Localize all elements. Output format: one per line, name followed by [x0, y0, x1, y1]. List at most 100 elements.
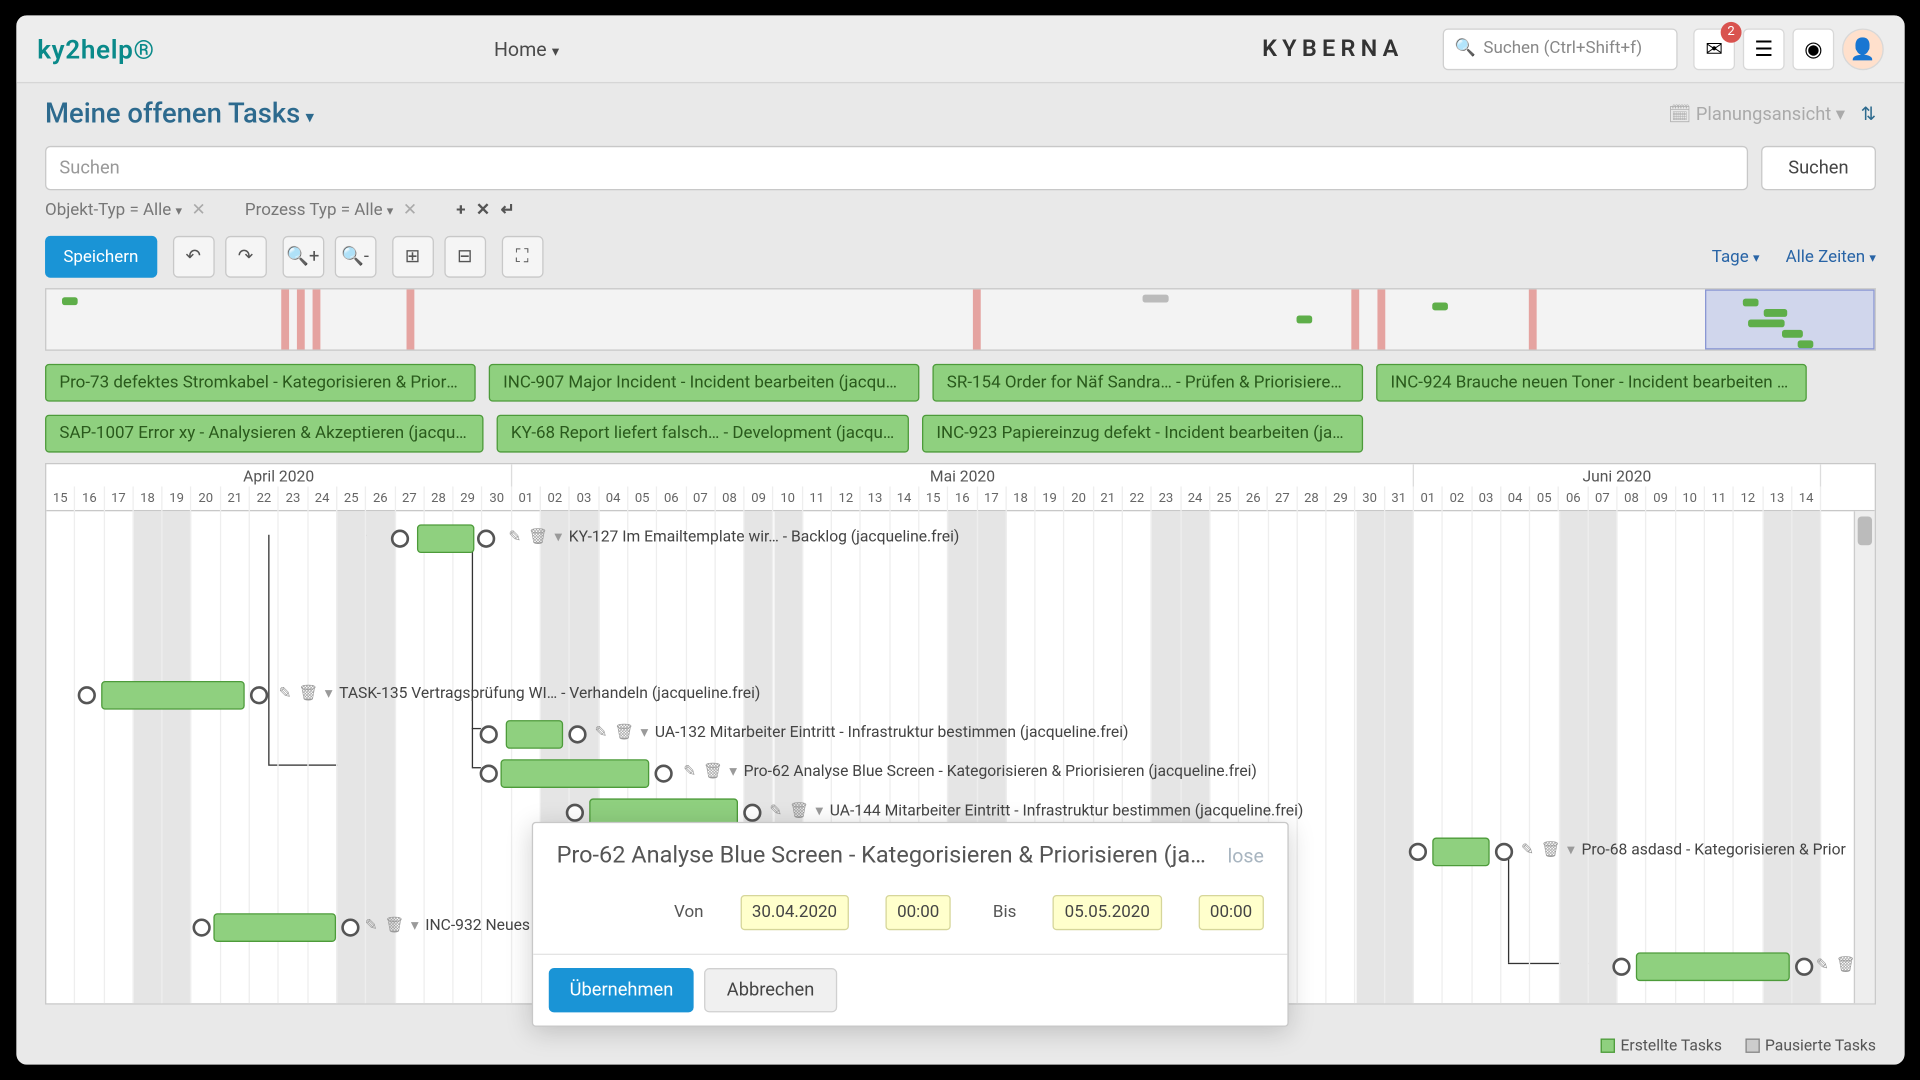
- edit-icon[interactable]: ✎: [278, 684, 291, 702]
- zoom-out-button[interactable]: 🔍-: [334, 236, 376, 278]
- day-header: 13: [1763, 486, 1792, 511]
- return-icon[interactable]: ↵: [500, 201, 514, 221]
- task-card[interactable]: INC-924 Brauche neuen Toner - Incident b…: [1376, 364, 1807, 402]
- delete-icon[interactable]: 🗑: [298, 684, 318, 702]
- timeline-minimap[interactable]: [45, 288, 1876, 351]
- bar-end-handle[interactable]: [476, 530, 494, 548]
- chevron-down-icon[interactable]: ▾: [729, 762, 737, 780]
- home-menu[interactable]: Home▾: [493, 37, 558, 60]
- chevron-down-icon[interactable]: ▾: [410, 916, 418, 934]
- edit-icon[interactable]: ✎: [769, 801, 782, 819]
- gauge-icon: ◉: [1804, 36, 1822, 61]
- filter-prozess-typ[interactable]: Prozess Typ = Alle ▾ ✕: [244, 201, 416, 221]
- cancel-button[interactable]: Abbrechen: [704, 968, 836, 1012]
- chevron-down-icon[interactable]: ▾: [815, 801, 823, 819]
- sort-button[interactable]: ⇅: [1860, 104, 1875, 125]
- modal-title: Pro-62 Analyse Blue Screen - Kategorisie…: [556, 841, 1216, 868]
- delete-icon[interactable]: 🗑: [527, 527, 547, 545]
- save-button[interactable]: Speichern: [45, 236, 157, 278]
- gantt-bar[interactable]: [1432, 838, 1489, 867]
- chevron-down-icon[interactable]: ▾: [640, 723, 648, 741]
- bar-start-handle[interactable]: [479, 725, 497, 743]
- time-range-dropdown[interactable]: Alle Zeiten ▾: [1785, 247, 1875, 267]
- day-header: 04: [1501, 486, 1530, 511]
- bar-start-handle[interactable]: [565, 804, 583, 822]
- bar-end-handle[interactable]: [1494, 843, 1512, 861]
- edit-icon[interactable]: ✎: [508, 527, 521, 545]
- gantt-bar[interactable]: [416, 524, 473, 553]
- delete-icon[interactable]: 🗑: [384, 916, 404, 934]
- bar-end-handle[interactable]: [1795, 958, 1813, 976]
- zoom-in-button[interactable]: 🔍+: [281, 236, 323, 278]
- search-button[interactable]: Suchen: [1760, 146, 1875, 190]
- planning-view-dropdown[interactable]: 🗓 Planungsansicht ▾: [1668, 104, 1845, 125]
- day-header: 14: [1792, 486, 1821, 511]
- page-title-dropdown[interactable]: Meine offenen Tasks▾: [45, 99, 314, 130]
- delete-icon[interactable]: 🗑: [788, 801, 808, 819]
- bar-start-handle[interactable]: [1612, 958, 1630, 976]
- von-label: Von: [674, 903, 703, 923]
- clear-filter-icon[interactable]: ✕: [402, 201, 416, 221]
- gantt-bar[interactable]: [1635, 952, 1789, 981]
- expand-all-button[interactable]: ⊞: [391, 236, 433, 278]
- task-card[interactable]: SR-154 Order for Näf Sandra… - Prüfen & …: [932, 364, 1363, 402]
- delete-icon[interactable]: 🗑: [614, 723, 634, 741]
- bar-start-handle[interactable]: [390, 530, 408, 548]
- delete-icon[interactable]: 🗑: [1540, 840, 1560, 858]
- edit-icon[interactable]: ✎: [683, 762, 696, 780]
- messages-button[interactable]: ✉ 2: [1693, 28, 1735, 70]
- add-filter-icon[interactable]: +: [456, 201, 465, 221]
- gantt-bar[interactable]: [101, 681, 245, 710]
- to-date-input[interactable]: 05.05.2020: [1052, 895, 1161, 930]
- bar-start-handle[interactable]: [479, 764, 497, 782]
- fullscreen-button[interactable]: ⛶: [501, 236, 543, 278]
- global-search-input[interactable]: 🔍 Suchen (Ctrl+Shift+f): [1442, 28, 1677, 70]
- redo-button[interactable]: ↷: [224, 236, 266, 278]
- bar-start-handle[interactable]: [1408, 843, 1426, 861]
- chevron-down-icon[interactable]: ▾: [554, 527, 562, 545]
- chevron-down-icon[interactable]: ▾: [324, 684, 332, 702]
- list-button[interactable]: ☰: [1742, 28, 1784, 70]
- delete-icon[interactable]: 🗑: [1835, 955, 1855, 973]
- edit-icon[interactable]: ✎: [1520, 840, 1533, 858]
- time-unit-dropdown[interactable]: Tage ▾: [1711, 247, 1759, 267]
- chevron-down-icon[interactable]: ▾: [1567, 840, 1575, 858]
- gantt-bar[interactable]: [500, 759, 649, 788]
- bar-start-handle[interactable]: [77, 686, 95, 704]
- day-header: 15: [919, 486, 948, 511]
- bar-end-handle[interactable]: [743, 804, 761, 822]
- delete-icon[interactable]: 🗑: [702, 762, 722, 780]
- undo-button[interactable]: ↶: [172, 236, 214, 278]
- dashboard-button[interactable]: ◉: [1792, 28, 1834, 70]
- edit-icon[interactable]: ✎: [594, 723, 607, 741]
- user-avatar[interactable]: 👤: [1842, 28, 1884, 70]
- bar-end-handle[interactable]: [568, 725, 586, 743]
- gantt-vertical-scrollbar[interactable]: [1853, 511, 1874, 1003]
- edit-icon[interactable]: ✎: [1815, 955, 1828, 973]
- clear-all-icon[interactable]: ✕: [475, 201, 489, 221]
- bar-end-handle[interactable]: [341, 918, 359, 936]
- bar-start-handle[interactable]: [192, 918, 210, 936]
- apply-button[interactable]: Übernehmen: [548, 968, 693, 1012]
- task-card[interactable]: Pro-73 defektes Stromkabel - Kategorisie…: [45, 364, 476, 402]
- bar-end-handle[interactable]: [249, 686, 267, 704]
- modal-close-button[interactable]: lose: [1227, 844, 1263, 867]
- task-search-input[interactable]: Suchen: [45, 146, 1748, 190]
- collapse-all-button[interactable]: ⊟: [443, 236, 485, 278]
- day-header: 11: [802, 486, 831, 511]
- to-time-input[interactable]: 00:00: [1198, 895, 1264, 930]
- task-card[interactable]: INC-923 Papiereinzug defekt - Incident b…: [922, 415, 1363, 453]
- task-card[interactable]: INC-907 Major Incident - Incident bearbe…: [488, 364, 919, 402]
- clear-filter-icon[interactable]: ✕: [191, 201, 205, 221]
- minimap-selection[interactable]: [1705, 289, 1875, 349]
- task-card[interactable]: SAP-1007 Error xy - Analysieren & Akzept…: [45, 415, 483, 453]
- from-date-input[interactable]: 30.04.2020: [740, 895, 849, 930]
- task-card[interactable]: KY-68 Report liefert falsch… - Developme…: [496, 415, 908, 453]
- gantt-bar[interactable]: [213, 913, 336, 942]
- bar-end-handle[interactable]: [654, 764, 672, 782]
- from-time-input[interactable]: 00:00: [885, 895, 951, 930]
- filter-objekt-typ[interactable]: Objekt-Typ = Alle ▾ ✕: [45, 201, 206, 221]
- gantt-bar[interactable]: [505, 720, 562, 749]
- edit-icon[interactable]: ✎: [364, 916, 377, 934]
- day-header: 13: [861, 486, 890, 511]
